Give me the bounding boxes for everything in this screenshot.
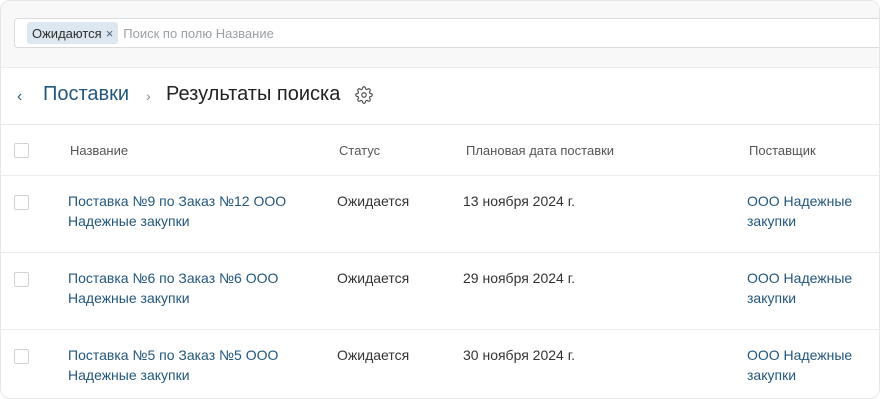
table-row: Поставка №5 по Заказ №5 ООО Надежные зак… <box>1 330 879 398</box>
search-box[interactable]: Ожидаются × <box>14 18 879 48</box>
chevron-right-icon: › <box>146 88 151 104</box>
app-frame: Ожидаются × ‹ Поставки › Результаты поис… <box>0 0 880 399</box>
status-cell: Ожидается <box>337 193 410 209</box>
select-all-checkbox[interactable] <box>14 143 29 158</box>
supplier-link[interactable]: ООО Надежные закупки <box>747 268 877 308</box>
table-row: Поставка №6 по Заказ №6 ООО Надежные зак… <box>1 253 879 330</box>
column-header-supplier[interactable]: Поставщик <box>749 143 879 158</box>
column-header-status[interactable]: Статус <box>339 143 380 158</box>
planned-date-cell: 29 ноября 2024 г. <box>463 270 575 286</box>
column-header-planned-date[interactable]: Плановая дата поставки <box>466 143 614 158</box>
filter-chip[interactable]: Ожидаются × <box>27 22 119 44</box>
delivery-name-link[interactable]: Поставка №6 по Заказ №6 ООО Надежные зак… <box>68 268 308 308</box>
row-checkbox[interactable] <box>14 349 29 364</box>
status-cell: Ожидается <box>337 347 410 363</box>
planned-date-cell: 30 ноября 2024 г. <box>463 347 575 363</box>
gear-icon[interactable] <box>355 86 373 104</box>
page-title: Результаты поиска <box>166 83 341 105</box>
row-checkbox[interactable] <box>14 195 29 210</box>
search-input[interactable] <box>123 25 724 41</box>
supplier-link[interactable]: ООО Надежные закупки <box>747 191 877 231</box>
close-icon[interactable]: × <box>106 27 114 40</box>
filter-bar: Ожидаются × <box>1 1 879 68</box>
filter-chip-label: Ожидаются <box>32 25 102 41</box>
table-header-row: Название Статус Плановая дата поставки П… <box>1 125 879 176</box>
row-checkbox[interactable] <box>14 272 29 287</box>
chevron-left-icon[interactable]: ‹ <box>17 88 22 106</box>
delivery-name-link[interactable]: Поставка №9 по Заказ №12 ООО Надежные за… <box>68 191 308 231</box>
supplier-link[interactable]: ООО Надежные закупки <box>747 345 877 385</box>
results-table: Название Статус Плановая дата поставки П… <box>1 125 879 398</box>
planned-date-cell: 13 ноября 2024 г. <box>463 193 575 209</box>
column-header-name[interactable]: Название <box>70 143 310 158</box>
table-row: Поставка №9 по Заказ №12 ООО Надежные за… <box>1 176 879 253</box>
status-cell: Ожидается <box>337 270 410 286</box>
page-header: ‹ Поставки › Результаты поиска <box>1 68 879 125</box>
delivery-name-link[interactable]: Поставка №5 по Заказ №5 ООО Надежные зак… <box>68 345 308 385</box>
breadcrumb-root-link[interactable]: Поставки <box>43 83 129 106</box>
